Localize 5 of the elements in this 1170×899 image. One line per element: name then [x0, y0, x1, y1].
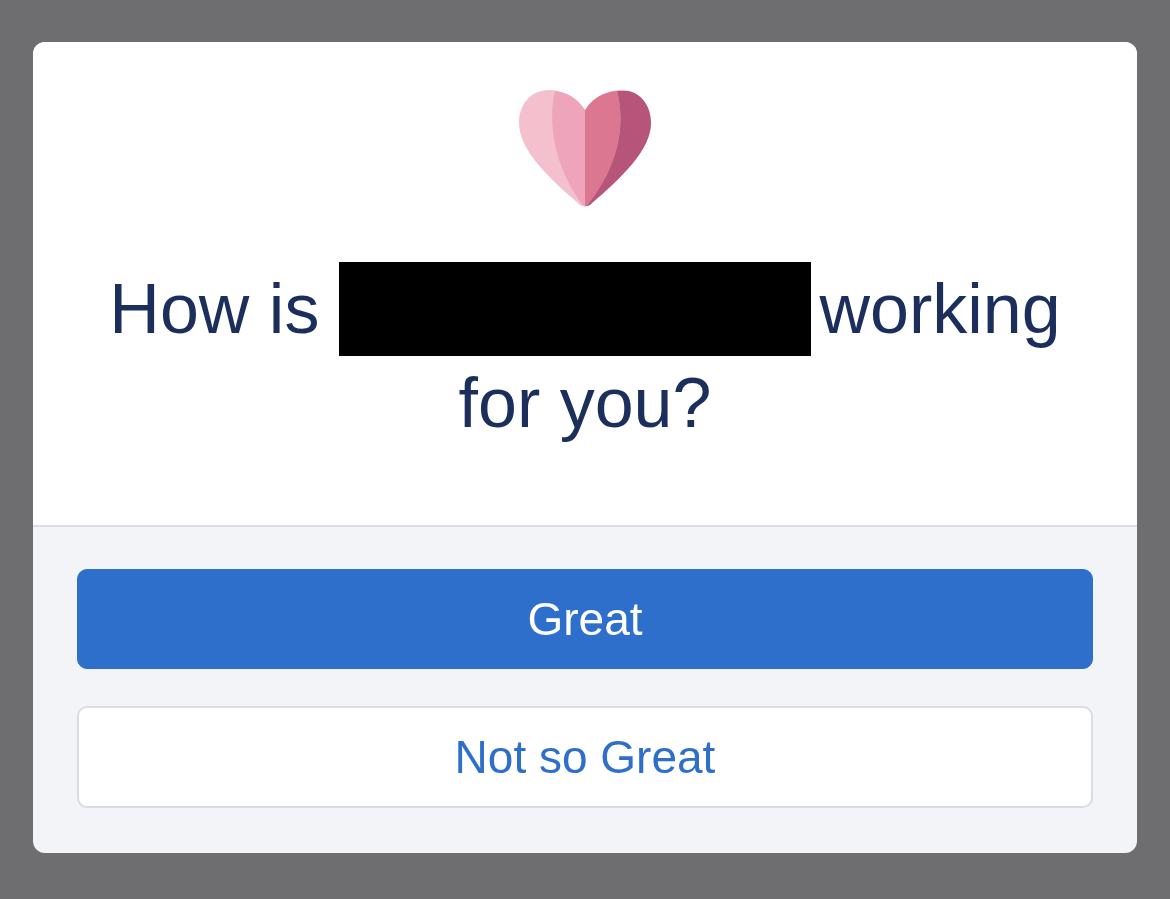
question-text: working	[819, 269, 1061, 350]
not-so-great-button[interactable]: Not so Great	[77, 706, 1093, 808]
question-text: How is	[109, 269, 320, 350]
great-button[interactable]: Great	[77, 569, 1093, 669]
question-text: for you?	[458, 363, 712, 444]
